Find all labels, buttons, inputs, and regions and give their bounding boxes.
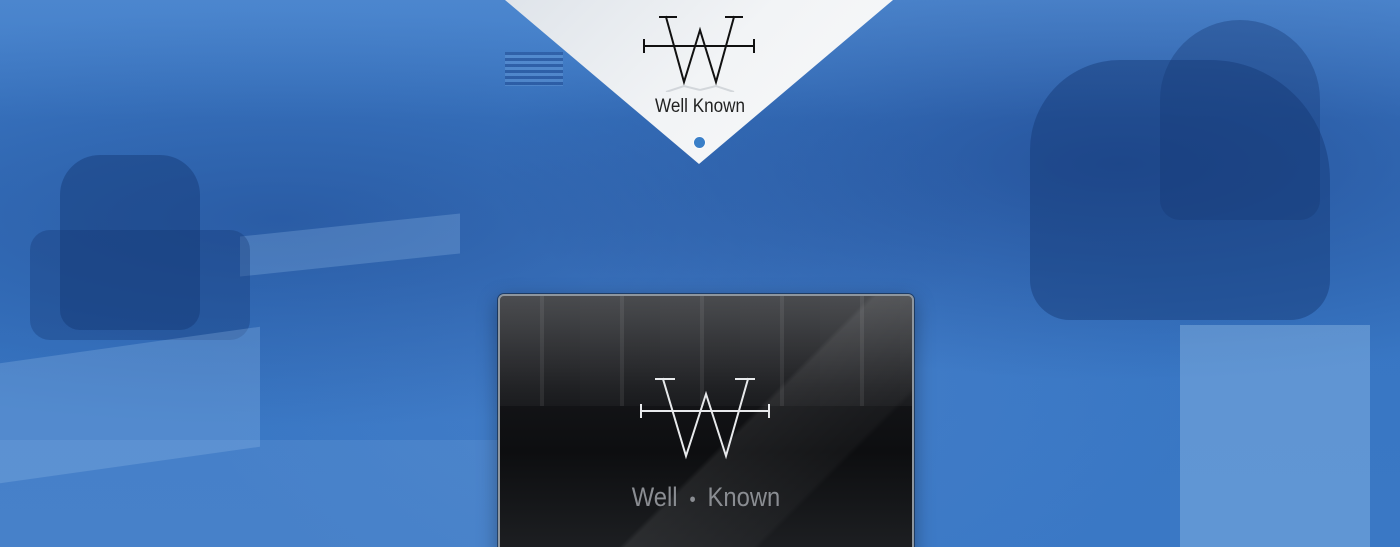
brand-title: Well Known — [655, 96, 745, 117]
card-brand-right: Known — [707, 482, 781, 512]
scroll-dot[interactable] — [694, 137, 705, 148]
w-monogram-logo-icon[interactable] — [640, 12, 760, 93]
background-person — [1030, 60, 1330, 320]
card-brand-title: Well • Known — [525, 482, 888, 513]
w-monogram-logo-icon — [638, 374, 774, 464]
hero-banner: Well Known Well • Known — [0, 0, 1400, 547]
card-brand-separator: • — [689, 489, 696, 511]
brand-card: Well • Known — [498, 294, 914, 547]
background-chair — [60, 155, 200, 330]
card-brand-left: Well — [631, 482, 678, 512]
background-desk — [240, 213, 460, 277]
background-panel — [1180, 325, 1370, 547]
background-vent — [505, 52, 563, 86]
